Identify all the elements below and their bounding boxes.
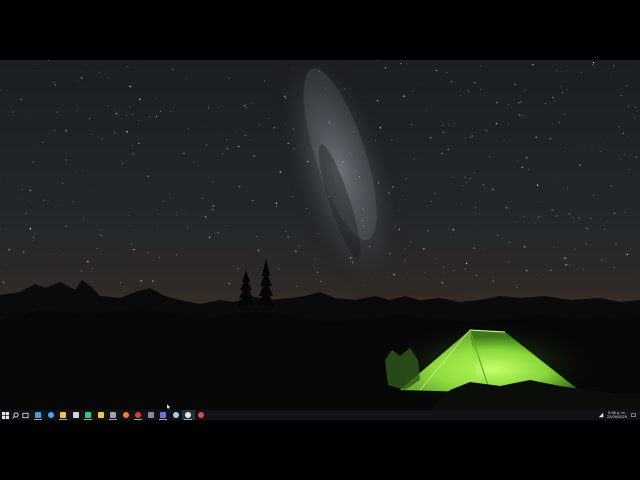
taskbar-app-firefox[interactable] [120, 410, 133, 420]
edge-icon [35, 412, 42, 418]
chrome-alt-icon [97, 412, 104, 418]
photos-icon [172, 412, 179, 418]
taskbar-app-teams[interactable] [157, 410, 170, 420]
app-gray-icon [110, 412, 117, 418]
store-icon [72, 412, 79, 418]
letterbox-bottom [0, 420, 640, 480]
desktop-screen: 5:08 p. m. 22/09/2020 [0, 60, 640, 420]
notification-icon[interactable] [630, 412, 636, 418]
search-icon [11, 411, 19, 419]
taskbar-app-camera[interactable] [182, 410, 195, 420]
settings-icon [147, 412, 154, 418]
file-explorer-icon [60, 412, 67, 418]
recorder-icon [197, 412, 204, 418]
mouse-cursor-icon [167, 404, 171, 410]
clock-date: 22/09/2020 [606, 415, 627, 419]
taskbar-app-app-gray[interactable] [107, 410, 120, 420]
taskbar-app-edge[interactable] [32, 410, 45, 420]
taskbar-app-settings[interactable] [145, 410, 158, 420]
network-icon[interactable] [598, 412, 604, 418]
taskbar-app-chrome-alt[interactable] [95, 410, 108, 420]
taskbar-app-spreadsheet[interactable] [82, 410, 95, 420]
teams-icon [160, 412, 167, 418]
taskbar-clock[interactable]: 5:08 p. m. 22/09/2020 [607, 411, 627, 419]
taskbar-app-file-explorer[interactable] [57, 410, 70, 420]
system-tray: 5:08 p. m. 22/09/2020 [598, 410, 640, 420]
spreadsheet-icon [85, 412, 92, 418]
taskbar-app-recorder[interactable] [195, 410, 208, 420]
search-button[interactable] [10, 410, 20, 420]
chrome-icon [47, 412, 54, 418]
letterbox-top [0, 0, 640, 60]
taskbar: 5:08 p. m. 22/09/2020 [0, 410, 640, 420]
task-view-icon [21, 412, 29, 418]
firefox-icon [122, 412, 129, 418]
desktop-wallpaper [0, 60, 640, 410]
taskbar-app-chrome[interactable] [45, 410, 58, 420]
taskbar-app-store[interactable] [70, 410, 83, 420]
windows-logo-icon [1, 411, 9, 419]
taskbar-app-media-player[interactable] [132, 410, 145, 420]
taskbar-app-photos[interactable] [170, 410, 183, 420]
camera-icon [185, 412, 192, 418]
start-button[interactable] [0, 410, 10, 420]
task-view-button[interactable] [20, 410, 30, 420]
media-player-icon [135, 412, 142, 418]
